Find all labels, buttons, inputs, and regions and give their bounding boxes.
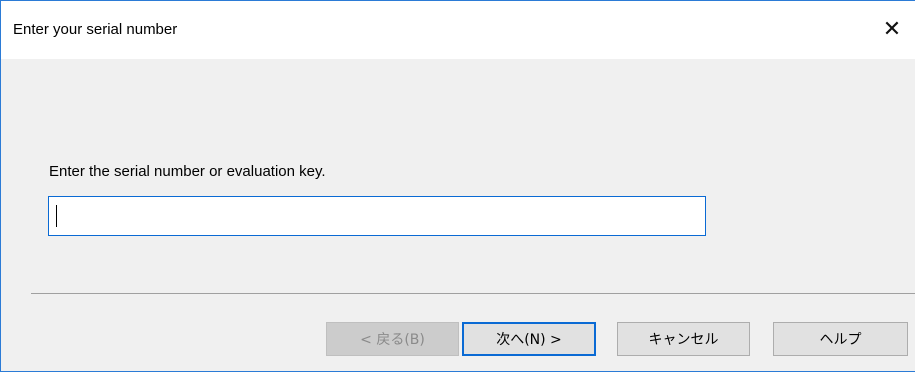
close-icon[interactable]: ✕ [869,9,915,49]
next-button[interactable]: 次へ(N) > [462,322,596,356]
text-caret [56,205,57,227]
title-bar: Enter your serial number ✕ [1,1,915,59]
cancel-button[interactable]: キャンセル [617,322,750,356]
window-title: Enter your serial number [13,21,178,38]
serial-prompt-label: Enter the serial number or evaluation ke… [49,163,326,180]
help-button[interactable]: ヘルプ [773,322,908,356]
serial-number-input[interactable] [48,196,706,236]
serial-number-dialog: Enter your serial number ✕ Enter the ser… [0,0,915,372]
divider [31,293,915,294]
back-button[interactable]: < 戻る(B) [326,322,459,356]
